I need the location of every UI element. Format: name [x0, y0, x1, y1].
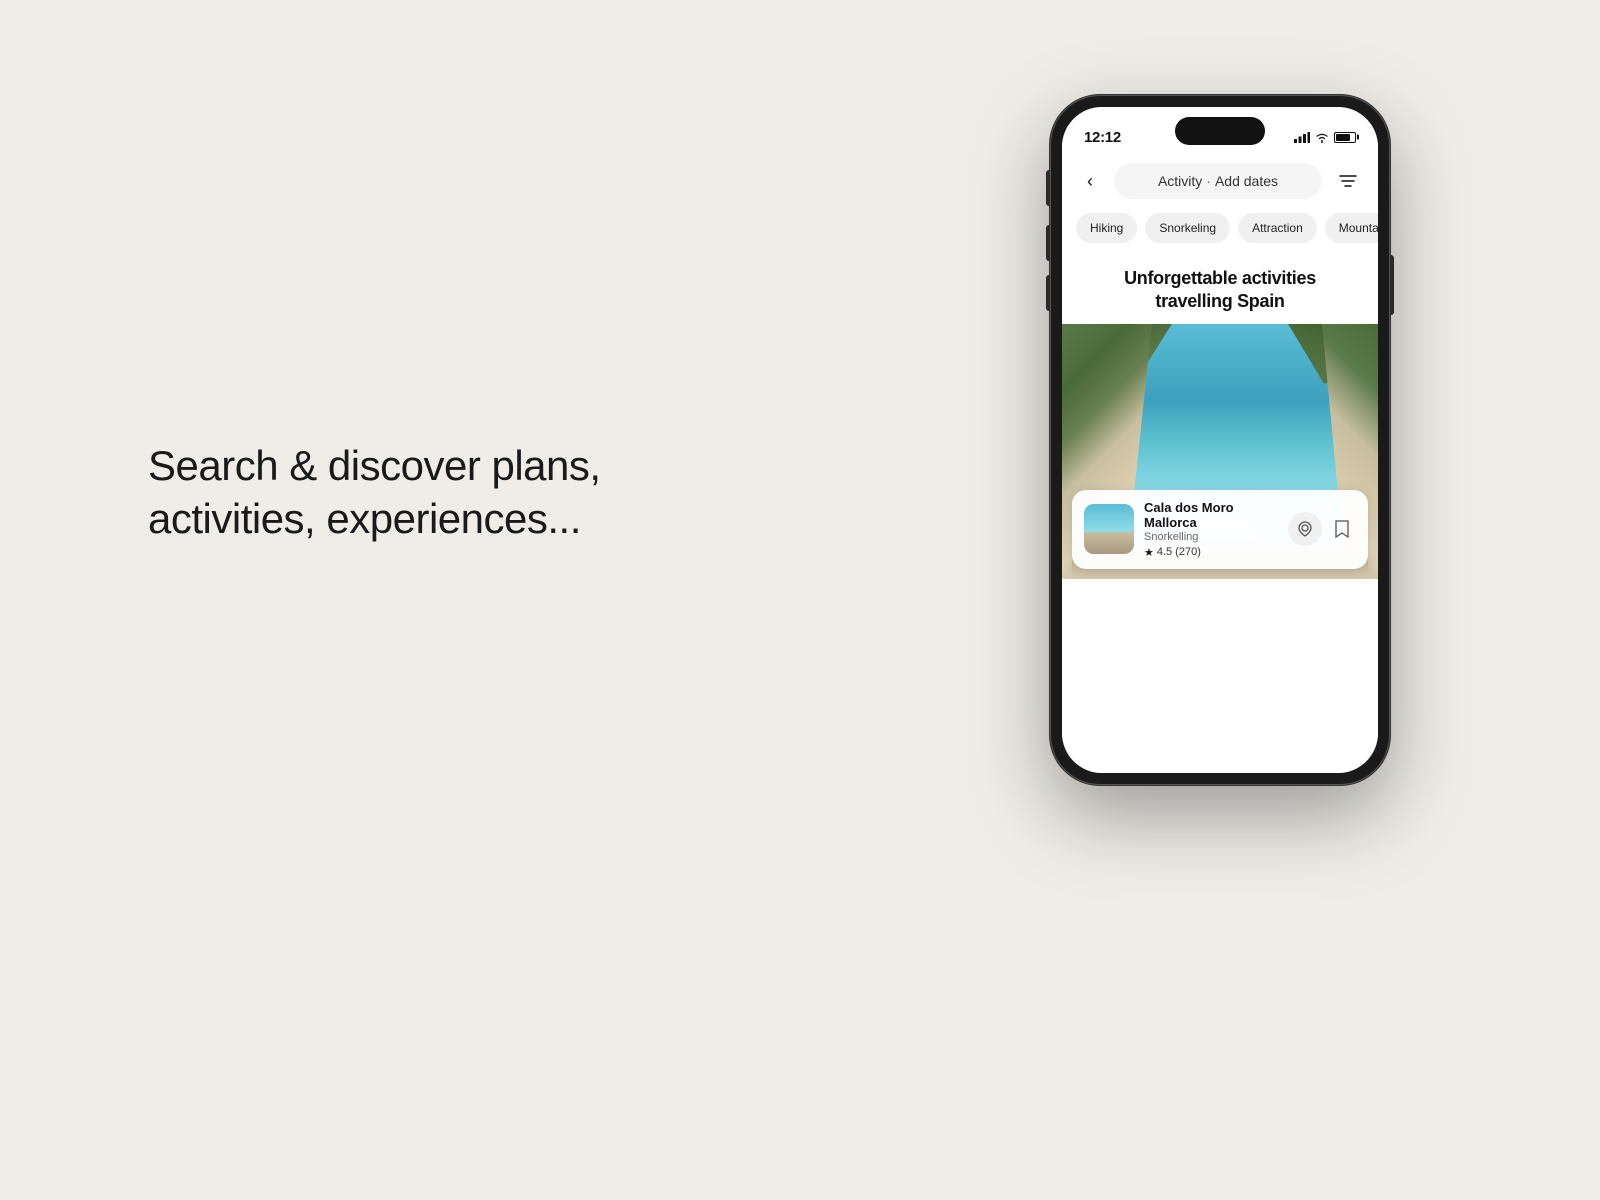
star-icon: ★ [1144, 546, 1154, 559]
bookmark-icon [1335, 520, 1349, 538]
filter-button[interactable] [1332, 165, 1364, 197]
card-rating: ★ 4.5 (270) [1144, 546, 1278, 559]
card-type: Snorkelling [1144, 531, 1278, 543]
hero-title: Unforgettable activities travelling Spai… [1078, 267, 1362, 314]
app-content: ‹ Activity · Add dates [1062, 155, 1378, 773]
card-actions [1288, 512, 1356, 546]
activity-label: Activity [1158, 173, 1202, 189]
hero-title-line2: travelling Spain [1155, 291, 1284, 311]
hero-section: Unforgettable activities travelling Spai… [1062, 253, 1378, 324]
category-pill-snorkeling[interactable]: Snorkeling [1145, 213, 1230, 243]
separator: · [1206, 173, 1211, 189]
map-icon [1297, 521, 1313, 537]
status-time: 12:12 [1084, 129, 1121, 146]
category-row: Hiking Snorkeling Attraction Mountain Bi… [1062, 207, 1378, 253]
category-pill-attraction[interactable]: Attraction [1238, 213, 1317, 243]
dynamic-island [1175, 117, 1265, 145]
category-pill-mountain[interactable]: Mountain Bi... [1325, 213, 1378, 243]
phone-screen: 12:12 [1062, 107, 1378, 773]
activity-card[interactable]: Cala dos Moro Mallorca Snorkelling ★ 4.5… [1072, 490, 1368, 569]
phone-frame: 12:12 [1050, 95, 1390, 785]
wifi-icon [1315, 132, 1329, 143]
status-icons [1294, 132, 1356, 143]
card-name: Cala dos Moro Mallorca [1144, 500, 1278, 530]
filter-icon [1339, 174, 1357, 188]
back-arrow-icon: ‹ [1087, 171, 1093, 192]
bookmark-button[interactable] [1328, 515, 1356, 543]
hero-title-line1: Unforgettable activities [1124, 268, 1316, 288]
review-count: (270) [1175, 546, 1201, 558]
map-button[interactable] [1288, 512, 1322, 546]
search-row: ‹ Activity · Add dates [1062, 155, 1378, 207]
search-pill[interactable]: Activity · Add dates [1114, 163, 1322, 199]
rating-value: 4.5 [1157, 546, 1172, 558]
status-bar: 12:12 [1062, 107, 1378, 155]
tagline-line1: Search & discover plans, [148, 442, 601, 489]
battery-icon [1334, 132, 1356, 143]
tagline-line2: activities, experiences... [148, 495, 581, 542]
back-button[interactable]: ‹ [1076, 167, 1104, 195]
card-thumbnail [1084, 504, 1134, 554]
category-pill-hiking[interactable]: Hiking [1076, 213, 1137, 243]
phone-mockup: 12:12 [1050, 95, 1390, 785]
add-dates-label: Add dates [1215, 173, 1278, 189]
card-info: Cala dos Moro Mallorca Snorkelling ★ 4.5… [1144, 500, 1278, 559]
signal-icon [1294, 132, 1310, 143]
left-tagline: Search & discover plans, activities, exp… [148, 440, 601, 545]
hero-image: Cala dos Moro Mallorca Snorkelling ★ 4.5… [1062, 324, 1378, 579]
